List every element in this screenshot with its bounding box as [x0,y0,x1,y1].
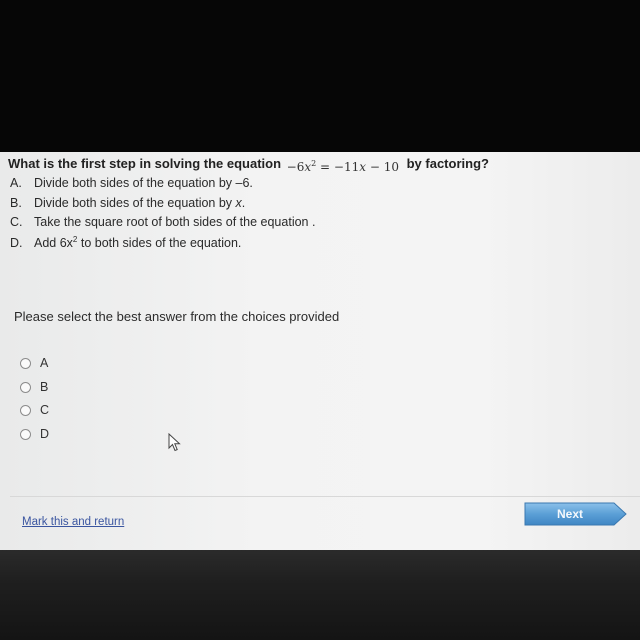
next-label[interactable]: Next [524,502,616,526]
instruction-text: Please select the best answer from the c… [14,309,340,324]
choice-letter: A. [10,176,22,190]
monitor-bezel [0,550,640,640]
radio-group: A B C D [20,356,49,450]
equation: −6x2 = −11x − 10 [286,159,399,174]
choice-text: Divide both sides of the equation by –6. [34,176,253,190]
question-prefix: What is the first step in solving the eq… [8,156,282,171]
option-label[interactable]: A [40,356,48,370]
choice-end: to both sides of the equation. [77,235,242,250]
choice-letter: C. [10,215,23,229]
option-d[interactable]: D [20,427,49,451]
equation-middle: = −11 [316,160,360,174]
choice-text: Take the square root of both sides of th… [34,215,316,229]
choice-letter: D. [10,235,23,250]
screen: What is the first step in solving the eq… [0,0,640,640]
option-label[interactable]: C [40,403,49,417]
choice-end: . [241,195,246,210]
question-text: What is the first step in solving the eq… [8,156,489,174]
radio-button-a[interactable] [20,358,31,369]
choice-d: D. Add 6x2 to both sides of the equation. [10,235,315,255]
choice-c: C. Take the square root of both sides of … [10,215,315,235]
choice-b: B. Divide both sides of the equation by x… [10,196,315,216]
mark-and-return-link[interactable]: Mark this and return [22,516,124,528]
choice-a: A. Divide both sides of the equation by –… [10,176,315,196]
next-button[interactable]: Next [524,502,627,526]
radio-button-c[interactable] [20,405,31,416]
radio-button-d[interactable] [20,428,31,440]
option-c[interactable]: C [20,403,49,427]
choice-text: Add 6x [34,235,73,250]
question-suffix: by factoring? [406,156,489,171]
option-b[interactable]: B [20,380,49,404]
equation-variable-2: x [359,160,367,174]
footer-divider [10,496,640,497]
option-label[interactable]: B [40,380,48,394]
choice-text: Divide both sides of the equation by [34,195,233,210]
question-page: What is the first step in solving the eq… [0,152,640,550]
option-a[interactable]: A [20,356,49,380]
answer-choices: A. Divide both sides of the equation by –… [10,176,315,254]
radio-button-b[interactable] [20,381,31,393]
equation-coefficient: −6 [286,160,305,174]
choice-letter: B. [10,195,22,210]
equation-constant: − 10 [366,160,399,174]
mouse-pointer-icon [168,432,182,458]
option-label[interactable]: D [40,427,49,441]
